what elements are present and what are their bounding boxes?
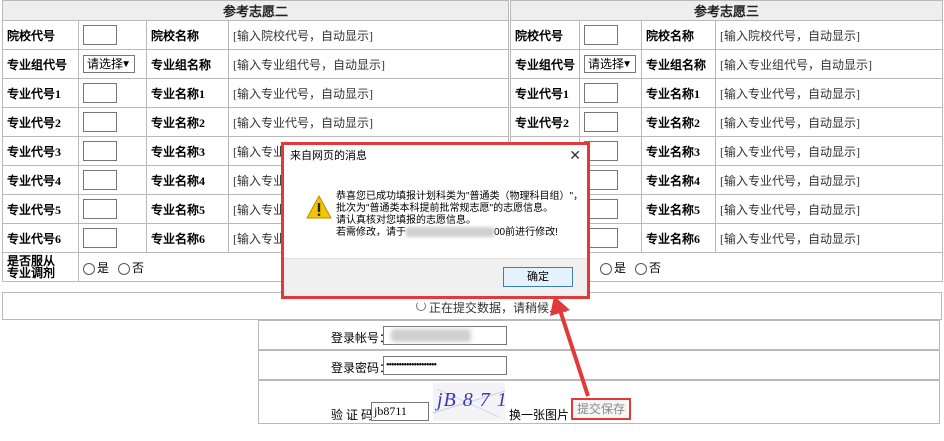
message-line-4-start: 若需修改，请于	[336, 227, 406, 238]
dialog-body: 恭喜您已成功填报计划科类为"普通类（物理科目组）"， 批次为"普通类本科提前批常…	[284, 167, 587, 261]
password-label: 登录密码：	[331, 361, 392, 375]
major-code-input[interactable]	[584, 83, 618, 103]
major-code-label: 专业代号1	[2, 78, 79, 108]
captcha-image-text: jB 8 7 1 1	[437, 389, 505, 411]
password-input[interactable]: ••••••••••••••••••••	[383, 356, 507, 375]
school-code-label: 院校代号	[510, 20, 580, 50]
major-code-label: 专业代号6	[2, 223, 79, 253]
group-select-value: 请选择	[588, 57, 625, 71]
major-name-label: 专业名称6	[146, 223, 229, 253]
dialog-footer: 确定	[284, 258, 587, 296]
major-name-label: 专业名称1	[146, 78, 229, 108]
adjust-no-label: 否	[132, 260, 145, 275]
major-name-label: 专业名称4	[146, 165, 229, 195]
major-name-display: [输入专业代号，自动显示]	[714, 78, 944, 108]
redacted-account	[391, 329, 471, 342]
message-line-3: 请认真核对您填报的志愿信息。	[336, 215, 476, 226]
major-name-label: 专业名称2	[146, 107, 229, 137]
dialog-title: 来自网页的消息	[290, 150, 367, 162]
school-name-display: [输入院校代号，自动显示]	[227, 20, 510, 50]
adjust-label-line2: 专业调剂	[7, 266, 56, 280]
group-code-select[interactable]: 请选择 ▼	[584, 55, 636, 73]
account-label: 登录帐号：	[331, 331, 392, 345]
group-name-label: 专业组名称	[146, 49, 229, 79]
major-code-input[interactable]	[83, 112, 117, 132]
message-line-2: 批次为"普通类本科提前批常规志愿"的志愿信息。	[336, 203, 554, 214]
major-code-label: 专业代号3	[2, 136, 79, 166]
major-name-label: 专业名称3	[641, 136, 716, 166]
chevron-down-icon: ▼	[121, 59, 131, 70]
ok-button[interactable]: 确定	[503, 267, 573, 287]
major-code-label: 专业代号2	[510, 107, 580, 137]
major-name-label: 专业名称1	[641, 78, 716, 108]
message-line-1: 恭喜您已成功填报计划科类为"普通类（物理科目组）"，	[336, 191, 584, 202]
adjust-yes-radio[interactable]	[600, 262, 612, 275]
major-name-display: [输入专业代号，自动显示]	[714, 107, 944, 137]
major-name-label: 专业名称4	[641, 165, 716, 195]
adjust-no-radio[interactable]	[635, 262, 648, 275]
major-code-input[interactable]	[83, 141, 117, 161]
major-code-label: 专业代号2	[2, 107, 79, 137]
major-name-display: [输入专业代号，自动显示]	[714, 136, 944, 166]
major-name-label: 专业名称3	[146, 136, 229, 166]
adjust-yes-radio[interactable]	[83, 262, 95, 275]
major-name-display: [输入专业代号，自动显示]	[714, 165, 944, 195]
major-code-label: 专业代号5	[2, 194, 79, 224]
adjust-no-label: 否	[649, 260, 662, 275]
major-code-label: 专业代号4	[2, 165, 79, 195]
dialog-message: 恭喜您已成功填报计划科类为"普通类（物理科目组）"， 批次为"普通类本科提前批常…	[336, 191, 583, 239]
chevron-down-icon: ▼	[622, 59, 632, 70]
group-code-select[interactable]: 请选择 ▼	[83, 55, 135, 73]
change-image-link[interactable]: 换一张图片	[509, 406, 569, 423]
warning-icon	[306, 195, 332, 219]
major-code-input[interactable]	[83, 170, 117, 190]
major-code-label: 专业代号1	[510, 78, 580, 108]
school-code-input[interactable]	[584, 25, 618, 45]
major-code-input[interactable]	[83, 228, 117, 248]
group-code-label: 专业组代号	[2, 49, 79, 79]
adjust-yes-label: 是	[614, 260, 627, 275]
school-name-label: 院校名称	[146, 20, 229, 50]
major-name-label: 专业名称5	[146, 194, 229, 224]
school-name-label: 院校名称	[641, 20, 716, 50]
message-line-4-end: 00前进行修改!	[494, 227, 558, 238]
group-name-label: 专业组名称	[641, 49, 716, 79]
adjust-yes-label: 是	[97, 260, 110, 275]
major-name-label: 专业名称2	[641, 107, 716, 137]
adjust-label: 是否服从 专业调剂	[2, 252, 79, 282]
annotation-arrow	[550, 296, 590, 397]
group-select-value: 请选择	[87, 57, 124, 71]
major-code-input[interactable]	[83, 83, 117, 103]
group-code-label: 专业组代号	[510, 49, 580, 79]
school-code-input[interactable]	[83, 25, 117, 45]
close-icon[interactable]: ✕	[569, 147, 581, 165]
major-name-label: 专业名称6	[641, 223, 716, 253]
major-code-input[interactable]	[584, 112, 618, 132]
major-name-display: [输入专业代号，自动显示]	[227, 107, 510, 137]
adjust-no-radio[interactable]	[118, 262, 131, 275]
redacted-deadline	[406, 227, 494, 238]
school-name-display: [输入院校代号，自动显示]	[714, 20, 944, 50]
captcha-image[interactable]: jB 8 7 1 1	[433, 383, 505, 421]
right-panel-header: 参考志愿三	[509, 0, 944, 21]
captcha-input[interactable]: jb8711	[371, 402, 429, 421]
major-name-display: [输入专业代号，自动显示]	[714, 194, 944, 224]
major-code-input[interactable]	[83, 199, 117, 219]
major-name-display: [输入专业代号，自动显示]	[714, 223, 944, 253]
group-name-display: [输入专业组代号，自动显示]	[714, 49, 944, 79]
message-dialog: 来自网页的消息 ✕ 恭喜您已成功填报计划科类为"普通类（物理科目组）"， 批次为…	[281, 142, 590, 299]
major-name-display: [输入专业代号，自动显示]	[227, 78, 510, 108]
group-name-display: [输入专业组代号，自动显示]	[227, 49, 510, 79]
school-code-label: 院校代号	[2, 20, 79, 50]
major-name-label: 专业名称5	[641, 194, 716, 224]
left-panel-header: 参考志愿二	[1, 0, 510, 21]
spinner-icon	[416, 301, 426, 311]
